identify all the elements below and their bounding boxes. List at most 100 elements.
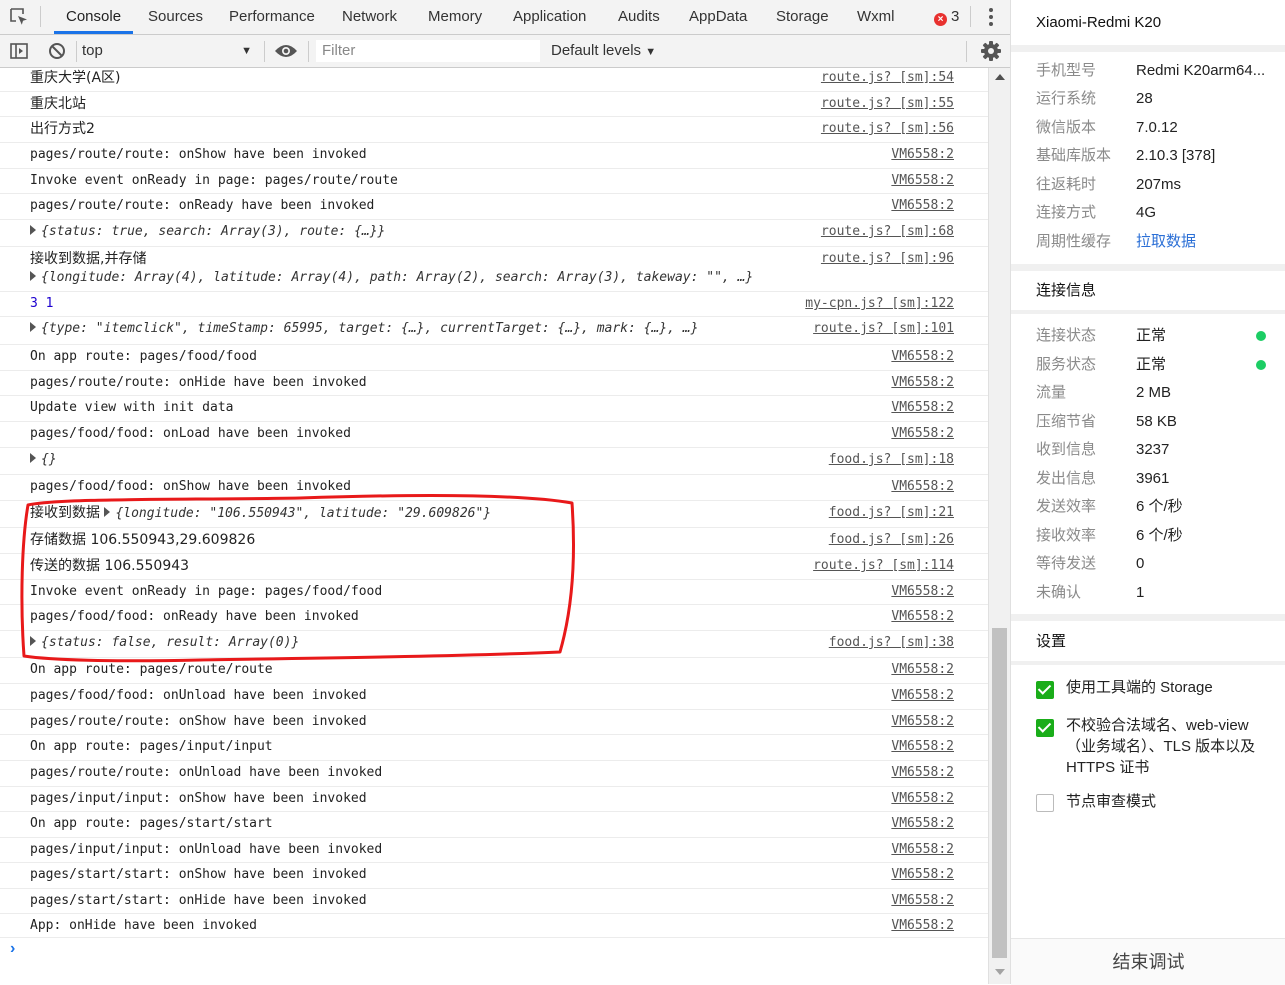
- scrollbar-thumb[interactable]: [992, 628, 1007, 958]
- log-object[interactable]: {longitude: "106.550943", latitude: "29.…: [104, 506, 491, 521]
- log-source-link[interactable]: route.js? [sm]:56: [821, 117, 954, 141]
- log-source-link[interactable]: VM6558:2: [891, 422, 954, 446]
- info-value: 3237: [1136, 441, 1170, 458]
- error-counter[interactable]: × 3: [934, 0, 959, 34]
- scroll-up-arrow-icon[interactable]: [995, 74, 1005, 80]
- panel-divider: [1011, 661, 1285, 665]
- log-row: pages/input/input: onShow have been invo…: [0, 787, 988, 812]
- log-row: pages/route/route: onUnload have been in…: [0, 761, 988, 787]
- log-message: pages/food/food: onUnload have been invo…: [30, 688, 367, 703]
- log-source-link[interactable]: VM6558:2: [891, 761, 954, 785]
- log-source-link[interactable]: VM6558:2: [891, 605, 954, 629]
- log-object[interactable]: {}: [30, 448, 57, 472]
- log-source-link[interactable]: VM6558:2: [891, 345, 954, 369]
- tab-sources[interactable]: Sources: [148, 0, 203, 34]
- log-source-link[interactable]: VM6558:2: [891, 838, 954, 862]
- log-source-link[interactable]: VM6558:2: [891, 735, 954, 759]
- tab-performance[interactable]: Performance: [229, 0, 315, 34]
- info-value: 207ms: [1136, 176, 1182, 193]
- log-source-link[interactable]: route.js? [sm]:55: [821, 92, 954, 116]
- log-source-link[interactable]: VM6558:2: [891, 710, 954, 734]
- skip-domain-check-checkbox[interactable]: [1036, 719, 1054, 737]
- expand-triangle-icon[interactable]: [104, 507, 111, 517]
- tab-wxml[interactable]: Wxml: [857, 0, 895, 34]
- filter-input[interactable]: Filter: [316, 40, 540, 62]
- use-tool-storage-checkbox[interactable]: [1036, 681, 1054, 699]
- tab-audits[interactable]: Audits: [618, 0, 660, 34]
- log-source-link[interactable]: food.js? [sm]:21: [829, 501, 954, 525]
- scroll-down-arrow-icon[interactable]: [995, 969, 1005, 975]
- tab-network[interactable]: Network: [342, 0, 397, 34]
- sidebar-toggle-icon[interactable]: [9, 41, 29, 61]
- log-source-link[interactable]: VM6558:2: [891, 658, 954, 682]
- expand-triangle-icon[interactable]: [30, 636, 36, 646]
- live-expression-eye-icon[interactable]: [274, 43, 298, 59]
- log-object[interactable]: {longitude: Array(4), latitude: Array(4)…: [30, 266, 753, 290]
- expand-triangle-icon[interactable]: [30, 453, 36, 463]
- pull-data-link[interactable]: 拉取数据: [1136, 232, 1196, 252]
- console-prompt-chevron-icon[interactable]: ›: [10, 940, 15, 958]
- log-source-link[interactable]: VM6558:2: [891, 371, 954, 395]
- end-debug-button[interactable]: 结束调试: [1011, 938, 1285, 985]
- log-source-link[interactable]: VM6558:2: [891, 812, 954, 836]
- log-row: pages/start/start: onShow have been invo…: [0, 863, 988, 889]
- log-source-link[interactable]: food.js? [sm]:18: [829, 448, 954, 472]
- log-source-link[interactable]: route.js? [sm]:114: [813, 554, 954, 578]
- log-row: pages/start/start: onHide have been invo…: [0, 889, 988, 914]
- log-source-link[interactable]: VM6558:2: [891, 787, 954, 811]
- log-source-link[interactable]: VM6558:2: [891, 863, 954, 887]
- log-source-link[interactable]: food.js? [sm]:38: [829, 631, 954, 655]
- log-source-link[interactable]: food.js? [sm]:26: [829, 528, 954, 552]
- info-value: 3961: [1136, 470, 1170, 487]
- log-message: {}: [41, 452, 57, 467]
- log-source-link[interactable]: my-cpn.js? [sm]:122: [805, 292, 954, 316]
- more-options-icon[interactable]: [984, 7, 998, 27]
- panel-divider: [1011, 614, 1285, 621]
- log-source-link[interactable]: VM6558:2: [891, 889, 954, 913]
- tab-memory[interactable]: Memory: [428, 0, 482, 34]
- expand-triangle-icon[interactable]: [30, 322, 36, 332]
- tab-console[interactable]: Console: [54, 0, 134, 34]
- console-scrollbar[interactable]: [988, 68, 1010, 984]
- clear-console-icon[interactable]: [47, 41, 67, 61]
- log-levels-dropdown[interactable]: Default levels ▼: [551, 40, 656, 62]
- toolbar-divider: [264, 41, 265, 62]
- log-source-link[interactable]: route.js? [sm]:96: [821, 247, 954, 271]
- inspect-element-icon[interactable]: [8, 6, 30, 28]
- log-message: pages/input/input: onUnload have been in…: [30, 842, 383, 857]
- log-source-link[interactable]: route.js? [sm]:68: [821, 220, 954, 244]
- log-message: {type: "itemclick", timeStamp: 65995, ta…: [41, 321, 699, 336]
- log-source-link[interactable]: VM6558:2: [891, 914, 954, 938]
- tab-storage[interactable]: Storage: [776, 0, 829, 34]
- log-source-link[interactable]: VM6558:2: [891, 396, 954, 420]
- tab-divider: [40, 6, 41, 27]
- tab-divider: [970, 6, 971, 27]
- log-source-link[interactable]: VM6558:2: [891, 194, 954, 218]
- log-source-link[interactable]: route.js? [sm]:101: [813, 317, 954, 341]
- context-selector[interactable]: top ▼: [82, 40, 258, 62]
- expand-triangle-icon[interactable]: [30, 271, 36, 281]
- panel-divider: [1011, 264, 1285, 271]
- log-object[interactable]: {status: false, result: Array(0)}: [30, 631, 299, 655]
- connection-section-title: 连接信息: [1036, 282, 1097, 299]
- node-inspect-checkbox[interactable]: [1036, 794, 1054, 812]
- console-settings-gear-icon[interactable]: [980, 40, 1002, 62]
- log-source-link[interactable]: VM6558:2: [891, 143, 954, 167]
- tab-appdata[interactable]: AppData: [689, 0, 747, 34]
- log-source-link[interactable]: VM6558:2: [891, 580, 954, 604]
- expand-triangle-icon[interactable]: [30, 225, 36, 235]
- status-ok-dot: [1256, 360, 1266, 370]
- tab-application[interactable]: Application: [513, 0, 586, 34]
- log-row: 接收到数据 {longitude: "106.550943", latitude…: [0, 501, 988, 528]
- info-key: 压缩节省: [1036, 413, 1097, 430]
- log-source-link[interactable]: VM6558:2: [891, 169, 954, 193]
- status-ok-dot: [1256, 331, 1266, 341]
- log-object[interactable]: {status: true, search: Array(3), route: …: [30, 220, 385, 244]
- log-row: On app route: pages/input/input VM6558:2: [0, 735, 988, 761]
- log-source-link[interactable]: VM6558:2: [891, 684, 954, 708]
- info-value: 2.10.3 [378]: [1136, 147, 1216, 164]
- log-source-link[interactable]: route.js? [sm]:54: [821, 68, 954, 90]
- log-message: 3 1: [30, 296, 54, 311]
- log-source-link[interactable]: VM6558:2: [891, 475, 954, 499]
- log-object[interactable]: {type: "itemclick", timeStamp: 65995, ta…: [30, 317, 698, 341]
